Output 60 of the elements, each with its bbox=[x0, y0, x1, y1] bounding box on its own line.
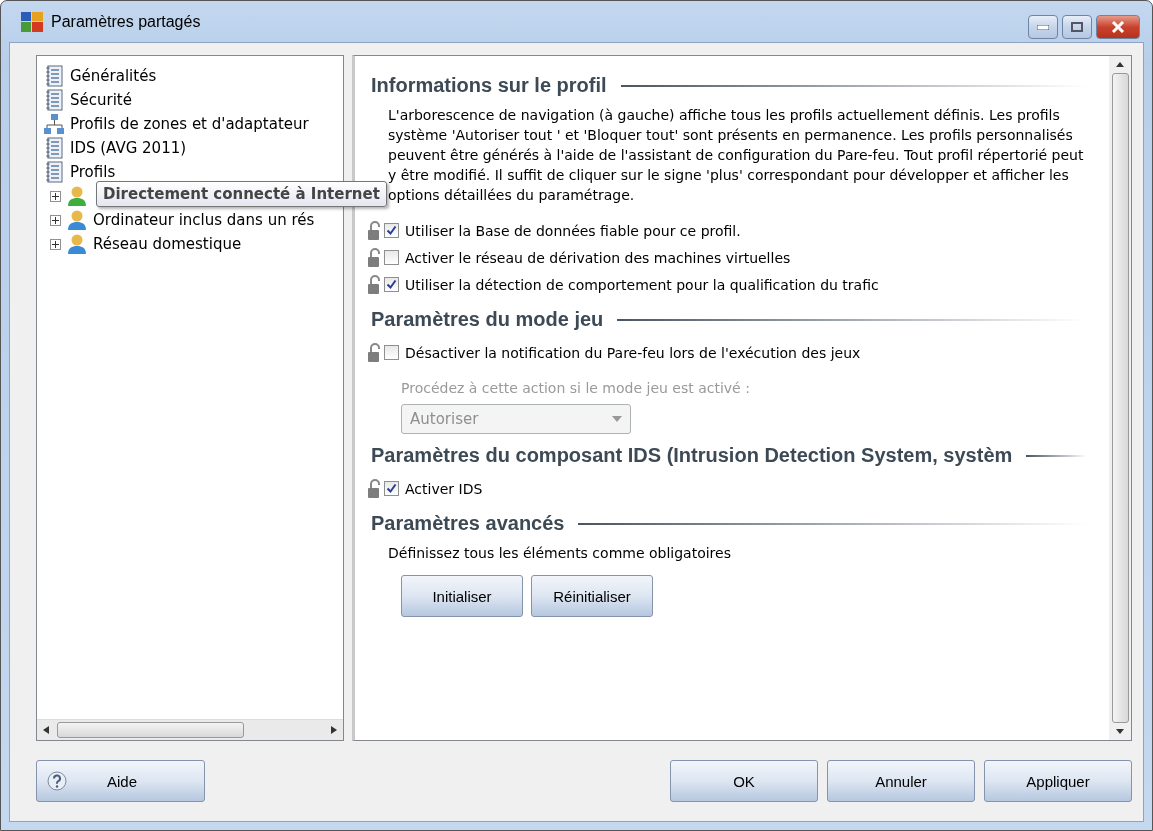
expand-icon[interactable] bbox=[50, 214, 61, 226]
description-text: L'arborescence de navigation (à gauche) affiche tous les profils actuellement définis. Les profils système 'Autoriser tout ' et 'Bloquer tout' sont présents en permanence. Les profils personnalisés peuvent être générés à l'aide de l'assistant de configuration du Pare-feu. Tout profil répertorié peut y être modifié. Il suffit de cliquer sur le signe 'plus' correspondant pour développer et afficher les options détaillées du paramétrage. bbox=[388, 106, 1085, 205]
checkbox[interactable] bbox=[384, 481, 399, 496]
document-icon bbox=[44, 65, 64, 87]
window-title: Paramètres partagés bbox=[51, 12, 201, 31]
tree-item[interactable]: Sécurité bbox=[70, 91, 132, 109]
tree-item[interactable]: Profils bbox=[70, 163, 116, 181]
padlock-icon bbox=[367, 220, 381, 241]
document-icon bbox=[44, 137, 64, 159]
app-logo-icon bbox=[21, 11, 43, 32]
tree-item[interactable]: IDS (AVG 2011) bbox=[70, 139, 187, 157]
checkbox-label: Utiliser la Base de données fiable pour ce profil. bbox=[405, 222, 741, 239]
document-icon bbox=[44, 161, 64, 183]
section-heading: Paramètres avancés bbox=[371, 512, 565, 535]
checkbox[interactable] bbox=[384, 223, 399, 238]
minimize-icon bbox=[1037, 24, 1049, 30]
dropdown-caret-icon bbox=[612, 416, 622, 422]
help-icon bbox=[47, 771, 67, 791]
padlock-icon bbox=[367, 342, 381, 363]
horizontal-scrollbar[interactable] bbox=[37, 719, 343, 740]
dialog-button[interactable]: Appliquer bbox=[984, 760, 1132, 802]
expand-icon[interactable] bbox=[50, 238, 61, 250]
checkbox-label: Activer IDS bbox=[405, 480, 483, 497]
scroll-right-icon[interactable] bbox=[331, 726, 337, 734]
maximize-button[interactable] bbox=[1062, 15, 1092, 39]
scroll-down-icon[interactable] bbox=[1116, 729, 1124, 734]
padlock-icon bbox=[367, 247, 381, 268]
help-button[interactable]: Aide bbox=[36, 760, 205, 802]
scroll-up-icon[interactable] bbox=[1116, 62, 1124, 67]
network-icon bbox=[44, 113, 64, 135]
checkbox[interactable] bbox=[384, 277, 399, 292]
tree-item[interactable]: Réseau domestique bbox=[93, 235, 242, 253]
dialog-button[interactable]: OK bbox=[670, 760, 818, 802]
section-heading: Paramètres du mode jeu bbox=[371, 308, 604, 331]
action-button[interactable]: Réinitialiser bbox=[531, 575, 653, 617]
scroll-left-icon[interactable] bbox=[43, 726, 49, 734]
dialog-button[interactable]: Annuler bbox=[827, 760, 975, 802]
close-icon bbox=[1111, 21, 1125, 33]
checkbox-label: Désactiver la notification du Pare-feu lors de l'exécution des jeux bbox=[405, 344, 861, 361]
section-heading: Paramètres du composant IDS (Intrusion Detection System, systèm bbox=[371, 444, 1013, 467]
tree-item[interactable]: Généralités bbox=[70, 67, 157, 85]
option-label: Procédez à cette action si le mode jeu est activé : bbox=[401, 380, 751, 396]
action-button[interactable]: Initialiser bbox=[401, 575, 523, 617]
expand-icon[interactable] bbox=[50, 190, 61, 202]
checkbox[interactable] bbox=[384, 345, 399, 360]
maximize-icon bbox=[1071, 22, 1083, 32]
vertical-scrollbar[interactable] bbox=[1109, 56, 1131, 740]
checkbox-label: Activer le réseau de dérivation des machines virtuelles bbox=[405, 249, 791, 266]
description-text: Définissez tous les éléments comme obligatoires bbox=[388, 544, 732, 563]
tree-item[interactable]: Ordinateur inclus dans un rés bbox=[93, 211, 315, 229]
close-button[interactable] bbox=[1096, 15, 1140, 39]
padlock-icon bbox=[367, 478, 381, 499]
section-heading: Informations sur le profil bbox=[371, 74, 607, 97]
minimize-button[interactable] bbox=[1028, 15, 1058, 39]
checkbox-label: Utiliser la détection de comportement pour la qualification du trafic bbox=[405, 276, 879, 293]
document-icon bbox=[44, 89, 64, 111]
tree-item-tooltip: Directement connecté à Internet bbox=[96, 181, 387, 207]
tree-item[interactable]: Profils de zones et d'adaptateur bbox=[70, 115, 309, 133]
checkbox[interactable] bbox=[384, 250, 399, 265]
padlock-icon bbox=[367, 274, 381, 295]
